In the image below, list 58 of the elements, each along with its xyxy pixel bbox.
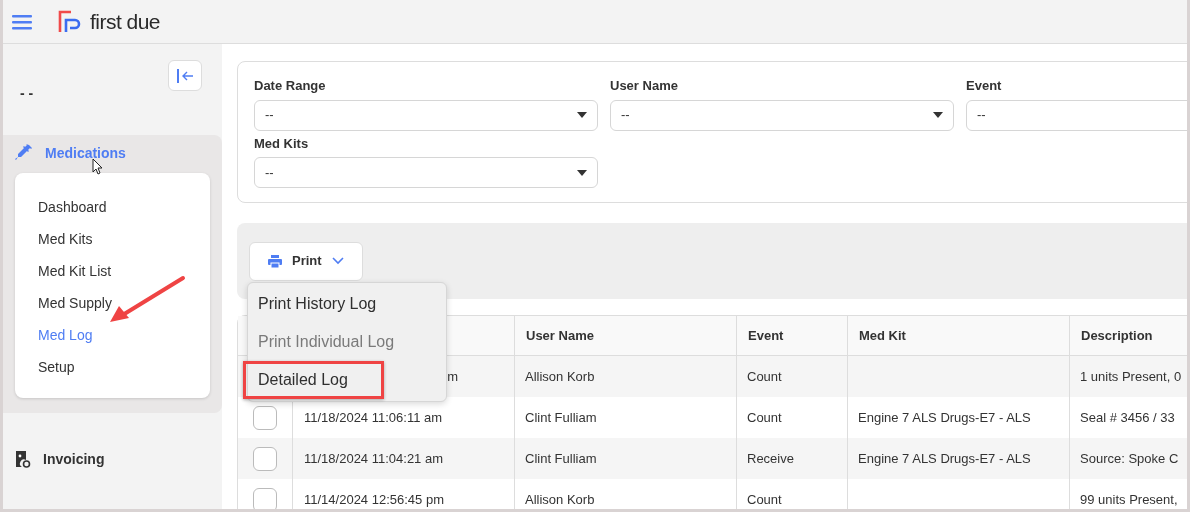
printer-icon xyxy=(268,254,282,268)
placeholder-text: - - xyxy=(20,85,34,101)
table-cell-text: 11/18/2024 11:06:11 am xyxy=(304,408,443,427)
column-header: User Name xyxy=(526,326,594,345)
table-cell-text: 1 units Present, 0 xyxy=(1080,367,1182,386)
filter-select[interactable]: -- xyxy=(610,99,954,131)
collapse-icon xyxy=(176,68,194,83)
syringe-icon xyxy=(15,144,33,162)
row-checkbox[interactable] xyxy=(253,405,277,430)
filter-select[interactable]: -- xyxy=(966,99,1187,131)
table-cell-text: Allison Korb xyxy=(525,367,595,386)
table-cell-text: 11/14/2024 12:56:45 pm xyxy=(304,490,444,509)
logo-icon xyxy=(58,9,82,34)
print-button[interactable]: Print xyxy=(249,241,363,281)
table-cell-text: 11/18/2024 11:04:21 am xyxy=(304,449,444,468)
chevron-down-icon xyxy=(331,257,344,265)
table-cell-text: Count xyxy=(747,490,782,509)
submenu-item[interactable]: Med Kit List xyxy=(38,261,210,293)
submenu-item[interactable]: Med Log xyxy=(38,325,210,357)
menu-icon[interactable] xyxy=(12,13,32,30)
nav-item-label: Invoicing xyxy=(43,449,105,469)
row-checkbox[interactable] xyxy=(253,446,277,471)
column-header: Med Kit xyxy=(859,326,906,345)
collapse-button[interactable] xyxy=(168,60,202,91)
filter-select[interactable]: -- xyxy=(254,99,598,131)
logo-text: first due xyxy=(90,8,160,35)
column-header: Description xyxy=(1081,326,1153,345)
table-cell-text: Engine 7 ALS Drugs-E7 - ALS xyxy=(858,408,1031,427)
nav-item[interactable]: Invoicing xyxy=(3,441,222,477)
table-cell-text: Count xyxy=(747,367,782,386)
row-checkbox[interactable] xyxy=(253,487,277,509)
table-cell-text: Source: Spoke C xyxy=(1080,449,1179,468)
filter-label: Date Range xyxy=(254,77,326,95)
filter-label: User Name xyxy=(610,77,678,95)
column-header: Event xyxy=(748,326,784,345)
table-cell-text: Clint Fulliam xyxy=(525,449,597,468)
document-gear-icon xyxy=(15,450,31,468)
filter-label: Med Kits xyxy=(254,134,309,153)
table-cell-text: Count xyxy=(747,408,782,427)
nav-item-label: Medications xyxy=(45,143,126,163)
filter-label: Event xyxy=(966,77,1002,95)
caret-icon xyxy=(933,112,943,118)
table-cell-text: Allison Korb xyxy=(525,490,595,509)
submenu-item[interactable]: Med Supply xyxy=(38,293,210,325)
submenu-item[interactable]: Dashboard xyxy=(38,197,210,229)
table-cell-text: Clint Fulliam xyxy=(525,408,597,427)
caret-icon xyxy=(577,112,587,118)
table-cell-text: m xyxy=(447,367,458,386)
table-cell-text: Engine 7 ALS Drugs-E7 - ALS xyxy=(858,449,1031,468)
table-cell-text: Seal # 3456 / 33 xyxy=(1080,408,1175,427)
menu-item[interactable]: Detailed Log xyxy=(258,368,348,392)
caret-icon xyxy=(577,169,587,176)
menu-item[interactable]: Print History Log xyxy=(258,292,377,316)
table-cell-text: Receive xyxy=(747,449,794,468)
table-cell-text: 99 units Present, xyxy=(1080,490,1178,509)
filter-select[interactable]: -- xyxy=(254,157,598,188)
submenu-item[interactable]: Med Kits xyxy=(38,229,210,261)
submenu-item[interactable]: Setup xyxy=(38,357,210,389)
